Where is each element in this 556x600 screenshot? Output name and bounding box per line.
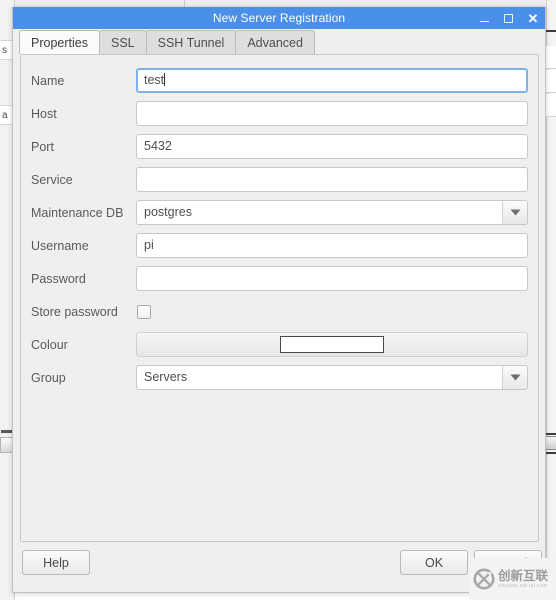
label-colour: Colour xyxy=(31,337,68,352)
port-input[interactable]: 5432 xyxy=(136,134,528,159)
form-row-port: Port 5432 xyxy=(31,130,528,163)
new-server-registration-dialog: New Server Registration ✕ Properties SSL… xyxy=(12,7,546,593)
label-name: Name xyxy=(31,73,65,88)
close-icon[interactable]: ✕ xyxy=(527,12,539,25)
background-right-row-3 xyxy=(546,94,556,117)
label-port: Port xyxy=(31,139,54,154)
background-right-row-2 xyxy=(546,70,556,93)
label-group: Group xyxy=(31,370,66,385)
service-input[interactable] xyxy=(136,167,528,192)
background-right-row-1 xyxy=(546,46,556,69)
label-username: Username xyxy=(31,238,89,253)
minimize-icon[interactable] xyxy=(479,13,490,24)
form-row-service: Service xyxy=(31,163,528,196)
maintenance-db-select[interactable]: postgres xyxy=(136,200,528,225)
group-select[interactable]: Servers xyxy=(136,365,528,390)
help-button[interactable]: Help xyxy=(22,550,90,575)
label-store-password: Store password xyxy=(31,304,118,319)
colour-picker[interactable] xyxy=(136,332,528,357)
username-input[interactable]: pi xyxy=(136,233,528,258)
dialog-titlebar[interactable]: New Server Registration ✕ xyxy=(13,7,545,29)
form-row-password: Password xyxy=(31,262,528,295)
maintenance-db-value: postgres xyxy=(144,205,192,219)
dialog-title: New Server Registration xyxy=(212,11,346,25)
tab-properties[interactable]: Properties xyxy=(19,30,100,54)
background-right-divider-1 xyxy=(546,30,556,32)
form-row-store-password: Store password xyxy=(31,295,528,328)
dialog-footer: Help OK Cancel xyxy=(13,544,545,592)
cancel-button[interactable]: Cancel xyxy=(474,550,542,575)
background-right-scrollbar[interactable] xyxy=(546,436,556,450)
colour-swatch[interactable] xyxy=(280,336,384,353)
form-row-name: Name test xyxy=(31,64,528,97)
password-input[interactable] xyxy=(136,266,528,291)
label-password: Password xyxy=(31,271,86,286)
form-row-colour: Colour xyxy=(31,328,528,361)
maximize-icon[interactable] xyxy=(503,13,514,24)
text-caret xyxy=(164,73,166,86)
store-password-checkbox[interactable] xyxy=(137,304,151,319)
chevron-down-icon[interactable] xyxy=(502,201,527,224)
tab-ssl[interactable]: SSL xyxy=(98,30,147,54)
ok-button[interactable]: OK xyxy=(400,550,468,575)
label-maintenance-db: Maintenance DB xyxy=(31,205,124,220)
chevron-down-icon[interactable] xyxy=(502,366,527,389)
form-row-group: Group Servers xyxy=(31,361,528,394)
background-right-divider-2 xyxy=(546,433,556,435)
server-properties-form: Name test Host Port 5432 Service Mainten… xyxy=(21,55,538,394)
name-input[interactable]: test xyxy=(136,68,528,93)
window-controls: ✕ xyxy=(479,7,539,29)
tab-advanced[interactable]: Advanced xyxy=(235,30,315,54)
tab-bar: Properties SSL SSH Tunnel Advanced xyxy=(13,29,545,54)
background-toolbar xyxy=(14,0,556,7)
label-host: Host xyxy=(31,106,57,121)
name-input-value: test xyxy=(144,73,165,87)
form-row-host: Host xyxy=(31,97,528,130)
tab-ssh-tunnel[interactable]: SSH Tunnel xyxy=(145,30,237,54)
label-service: Service xyxy=(31,172,73,187)
form-row-username: Username pi xyxy=(31,229,528,262)
form-row-maintenance-db: Maintenance DB postgres xyxy=(31,196,528,229)
properties-panel: Name test Host Port 5432 Service Mainten… xyxy=(20,54,539,542)
group-value: Servers xyxy=(144,370,188,384)
host-input[interactable] xyxy=(136,101,528,126)
screenshot-root: s a New Server Registration ✕ Properties… xyxy=(0,0,556,600)
background-toolbar-divider xyxy=(184,0,185,7)
background-right-divider-3 xyxy=(546,452,556,454)
